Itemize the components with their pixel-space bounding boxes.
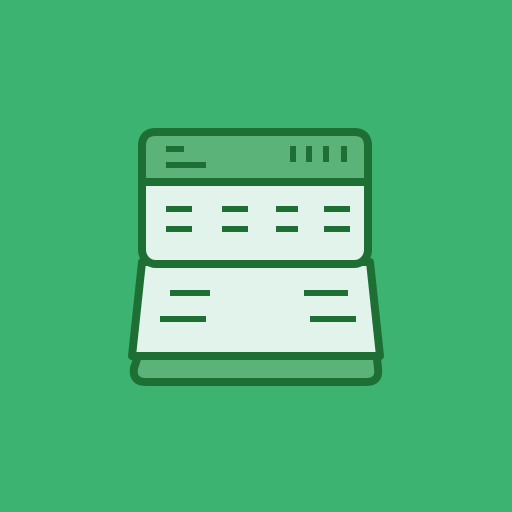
grid-cell-r2c4 (324, 226, 350, 232)
spreadsheet-ledger-icon (128, 128, 384, 386)
window-header (138, 128, 372, 186)
header-marker-4 (341, 146, 347, 162)
page-line-left-2 (160, 316, 206, 322)
grid-cell-r2c2 (222, 226, 248, 232)
page-line-left-1 (170, 290, 210, 296)
grid-cell-r1c2 (222, 206, 248, 212)
header-marker-1 (290, 146, 296, 162)
grid-cell-r1c4 (324, 206, 350, 212)
page-line-right-2 (310, 316, 356, 322)
ledger-lower-page (128, 258, 384, 360)
grid-cell-r2c3 (276, 226, 298, 232)
grid-cell-r1c3 (276, 206, 298, 212)
header-marker-2 (306, 146, 312, 162)
app-icon-canvas (0, 0, 512, 512)
page-line-right-1 (304, 290, 348, 296)
header-title-long (166, 162, 206, 168)
grid-cell-r1c1 (166, 206, 192, 212)
header-marker-3 (323, 146, 329, 162)
grid-cell-r2c1 (166, 226, 192, 232)
header-title-short (166, 146, 184, 152)
